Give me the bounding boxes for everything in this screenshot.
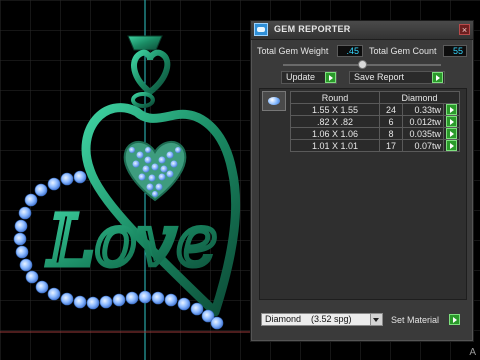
row-count: 24 [379, 103, 403, 116]
gem-reporter-panel: GEM REPORTER × Total Gem Weight .45 Tota… [250, 20, 474, 342]
row-weight: 0.035tw [402, 127, 444, 140]
row-weight: 0.33tw [402, 103, 444, 116]
update-go-icon[interactable] [325, 72, 336, 83]
row-go-icon[interactable] [446, 116, 457, 127]
update-button-label: Update [286, 72, 316, 82]
pendant-bail [127, 35, 163, 51]
gem-reporter-app-icon [254, 23, 268, 36]
row-size: 1.55 X 1.55 [290, 103, 380, 116]
total-gem-weight-label: Total Gem Weight [257, 46, 329, 56]
table-row: .82 X .82 6 0.012tw [290, 115, 460, 128]
row-size: 1.01 X 1.01 [290, 139, 380, 152]
title-bar[interactable]: GEM REPORTER × [251, 21, 473, 40]
save-report-button[interactable]: Save Report [349, 71, 445, 84]
row-go-icon[interactable] [446, 140, 457, 151]
save-report-go-icon[interactable] [432, 72, 443, 83]
save-report-button-label: Save Report [354, 72, 405, 82]
row-size: .82 X .82 [290, 115, 380, 128]
slider-thumb[interactable] [358, 60, 367, 69]
row-count: 17 [379, 139, 403, 152]
total-gem-count-value: 55 [443, 45, 467, 57]
corner-resize-icon: A [469, 347, 476, 358]
row-count: 8 [379, 127, 403, 140]
pendant-love-text: Love [46, 200, 218, 282]
header-diamond: Diamond [379, 91, 460, 104]
dropdown-arrow-icon[interactable] [370, 314, 382, 325]
total-gem-weight-value: .45 [337, 45, 363, 57]
row-go-icon[interactable] [446, 104, 457, 115]
table-row: 1.01 X 1.01 17 0.07tw [290, 139, 460, 152]
gem-table: Round Diamond 1.55 X 1.55 24 0.33tw .82 … [290, 91, 460, 152]
row-weight: 0.07tw [402, 139, 444, 152]
set-material-label[interactable]: Set Material [391, 315, 439, 325]
table-row: 1.55 X 1.55 24 0.33tw [290, 103, 460, 116]
material-select-value: Diamond (3.52 spg) [265, 314, 352, 324]
header-round: Round [290, 91, 380, 104]
table-row: 1.06 X 1.06 8 0.035tw [290, 127, 460, 140]
panel-title: GEM REPORTER [274, 24, 351, 34]
set-material-go-icon[interactable] [449, 314, 460, 325]
row-go-icon[interactable] [446, 128, 457, 139]
gem-thumbnail-icon [262, 91, 286, 111]
close-button[interactable]: × [459, 24, 470, 35]
total-gem-count-label: Total Gem Count [369, 46, 437, 56]
material-select[interactable]: Diamond (3.52 spg) [261, 313, 383, 326]
gem-table-area: Round Diamond 1.55 X 1.55 24 0.33tw .82 … [259, 88, 467, 300]
row-size: 1.06 X 1.06 [290, 127, 380, 140]
row-weight: 0.012tw [402, 115, 444, 128]
row-count: 6 [379, 115, 403, 128]
